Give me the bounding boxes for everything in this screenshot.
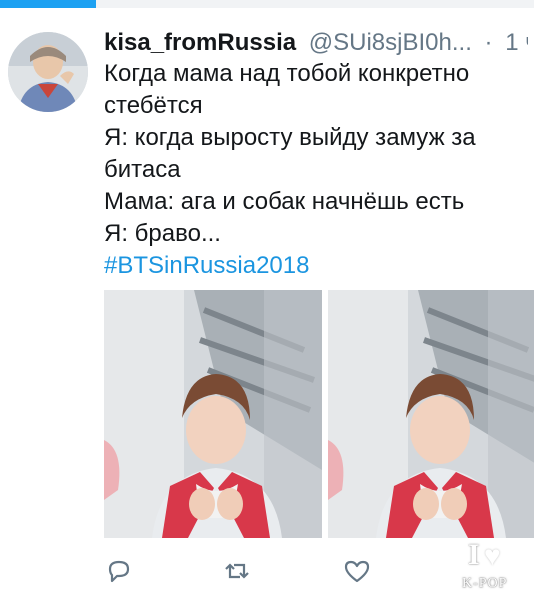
watermark-letter: I — [468, 538, 480, 571]
tweet-text-line: битаса — [104, 156, 181, 183]
watermark-text: K-POP — [462, 576, 508, 591]
tweet-text-line: Я: когда выросту выйду замуж за — [104, 124, 476, 151]
kpop-watermark: I ♥ K-POP — [462, 540, 534, 604]
tweet-text-line: Когда мама над тобой конкретно — [104, 60, 470, 87]
avatar-image — [8, 32, 88, 112]
user-handle[interactable]: @SUi8sjBI0h... — [309, 29, 472, 56]
photo-boy-in-red-jacket — [328, 290, 534, 538]
tweet-text-line: Мама: ага и собак начнёшь есть — [104, 188, 465, 215]
heart-icon: ♥ — [484, 540, 501, 571]
like-button[interactable] — [342, 556, 372, 586]
display-name[interactable]: kisa_fromRussia — [104, 29, 296, 56]
tweet-text-line: стебётся — [104, 92, 203, 119]
top-progress-bar — [0, 0, 534, 8]
tweet-text: Когда мама над тобой конкретно стебётся … — [104, 58, 514, 282]
tweet-header: kisa_fromRussia @SUi8sjBI0h... · 1 ч. — [104, 28, 528, 58]
header-separator: · — [484, 29, 493, 56]
reply-button[interactable] — [104, 556, 134, 586]
tweet-actions — [104, 556, 404, 588]
tweet-photo-1[interactable] — [104, 290, 322, 538]
tweet-text-line: Я: браво... — [104, 220, 221, 247]
hashtag-link[interactable]: #BTSinRussia2018 — [104, 250, 514, 282]
progress-fill — [0, 0, 97, 8]
tweet-time[interactable]: 1 ч. — [505, 29, 528, 56]
photo-boy-in-red-jacket — [104, 290, 322, 538]
retweet-icon — [225, 563, 249, 579]
tweet-photo-2[interactable] — [328, 290, 534, 538]
avatar[interactable] — [8, 32, 88, 112]
like-icon — [344, 560, 370, 583]
reply-icon — [108, 560, 130, 583]
retweet-button[interactable] — [222, 556, 252, 586]
